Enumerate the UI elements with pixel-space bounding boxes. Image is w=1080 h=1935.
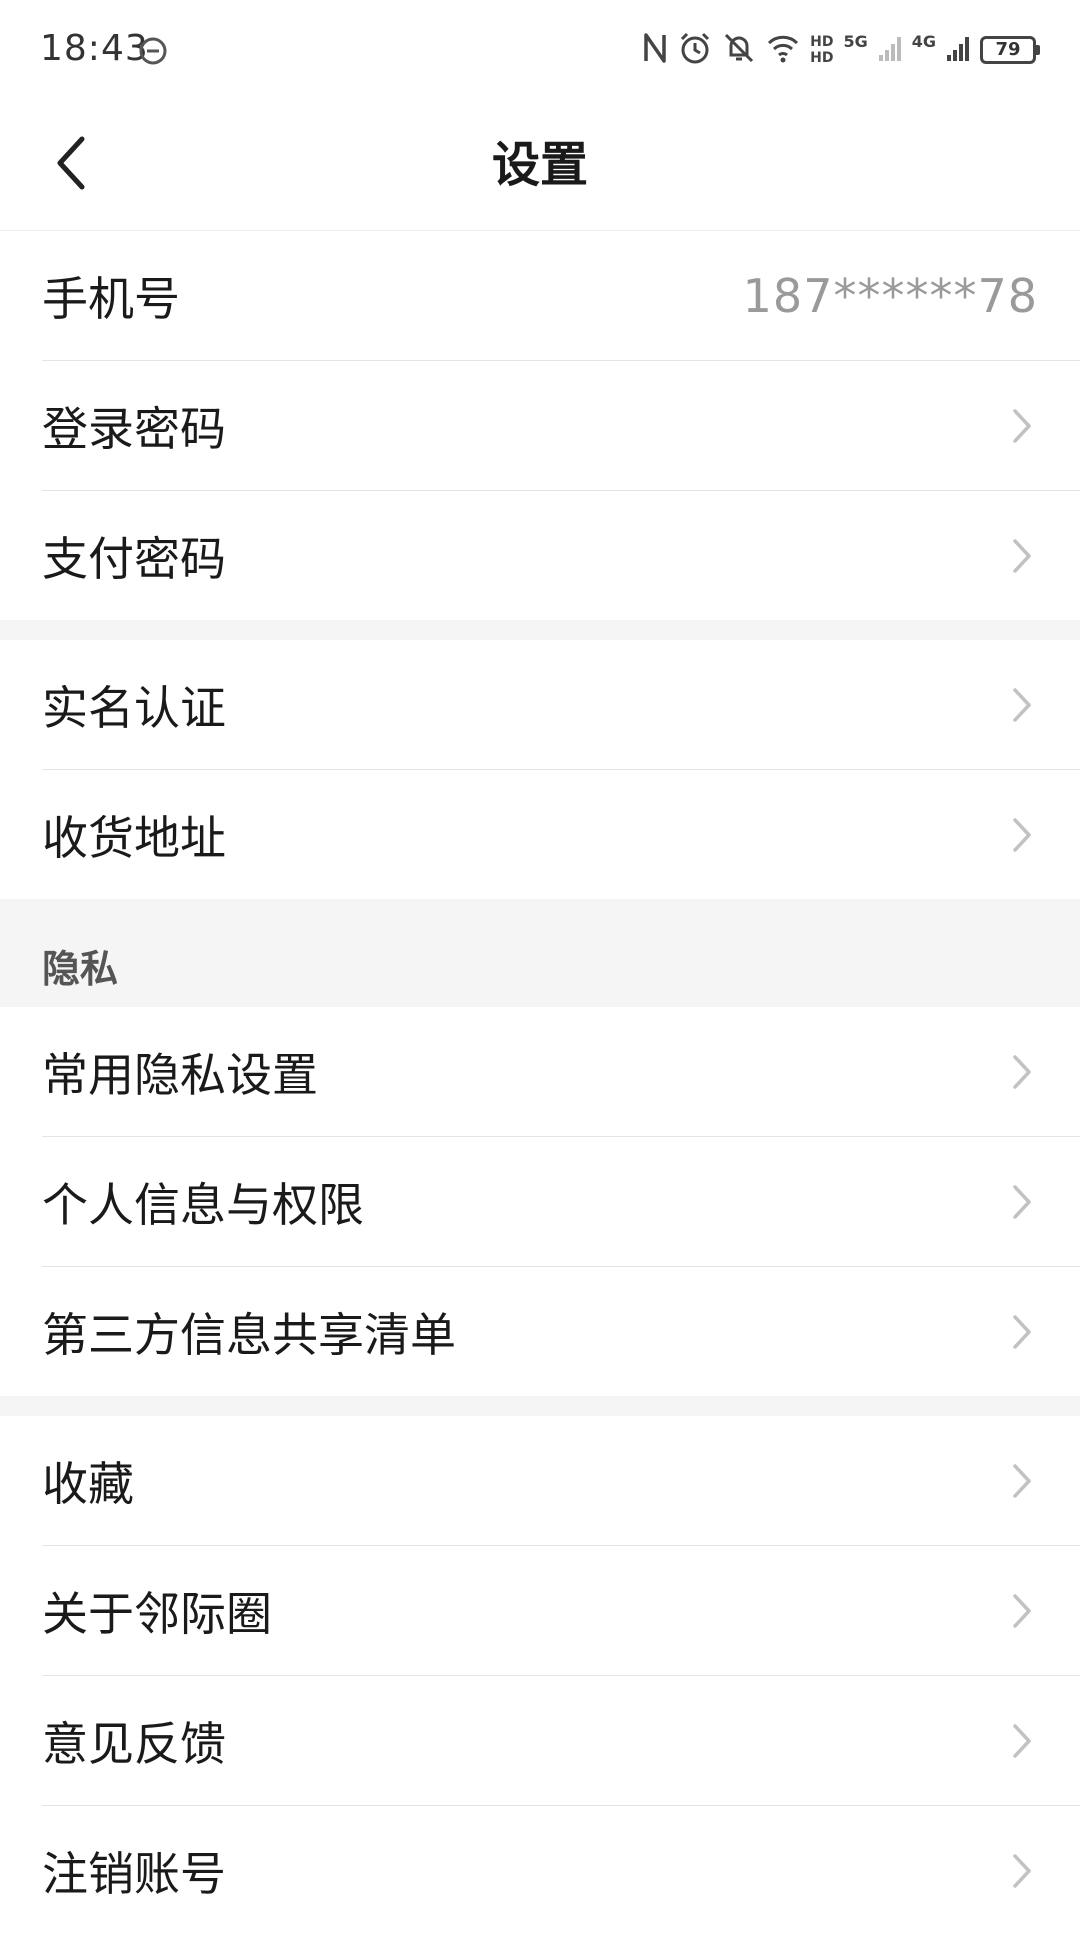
chevron-right-icon (1006, 1312, 1038, 1352)
chevron-right-icon (1006, 406, 1038, 446)
chevron-right-icon (1006, 815, 1038, 855)
chevron-right-icon (1006, 1721, 1038, 1761)
about-row[interactable]: 关于邻际圈 (42, 1546, 1080, 1676)
privacy-section-header: 隐私 (0, 899, 1080, 1007)
battery-indicator: 79 (980, 36, 1040, 64)
status-time: 18:43 (40, 28, 149, 69)
section-title: 隐私 (42, 947, 119, 991)
privacy-group: 常用隐私设置 个人信息与权限 第三方信息共享清单 (0, 1007, 1080, 1396)
row-label: 注销账号 (42, 1846, 226, 1901)
identity-group: 实名认证 收货地址 (0, 640, 1080, 899)
nav-bar: 设置 (0, 100, 1080, 231)
section-divider (0, 620, 1080, 640)
hd-top-label: HD (810, 34, 834, 50)
hd-indicator: HD HD (810, 34, 833, 66)
favorites-row[interactable]: 收藏 (42, 1416, 1080, 1546)
row-label: 手机号 (42, 271, 180, 326)
feedback-row[interactable]: 意见反馈 (42, 1676, 1080, 1806)
third-party-sharing-list-row[interactable]: 第三方信息共享清单 (42, 1267, 1080, 1396)
chevron-right-icon (1006, 1461, 1038, 1501)
page-title: 设置 (491, 137, 588, 193)
chevron-left-icon (54, 135, 88, 195)
row-label: 第三方信息共享清单 (42, 1307, 456, 1362)
row-label: 支付密码 (42, 531, 226, 586)
mute-bell-icon (722, 31, 756, 69)
account-group: 手机号 187******78 登录密码 支付密码 (0, 231, 1080, 620)
network-5g-label: 5G (843, 32, 868, 51)
payment-password-row[interactable]: 支付密码 (42, 491, 1080, 620)
misc-group: 收藏 关于邻际圈 意见反馈 注销账号 (0, 1416, 1080, 1935)
row-label: 意见反馈 (42, 1716, 226, 1771)
back-button[interactable] (36, 130, 106, 200)
row-label: 常用隐私设置 (42, 1047, 318, 1102)
network-4g-label: 4G (911, 32, 936, 51)
login-password-row[interactable]: 登录密码 (42, 361, 1080, 491)
real-name-verification-row[interactable]: 实名认证 (42, 640, 1080, 770)
status-bar: 18:43 HD HD 5G 4G 79 (0, 0, 1080, 100)
chevron-right-icon (1006, 1851, 1038, 1891)
alarm-clock-icon (678, 31, 712, 69)
chevron-right-icon (1006, 1182, 1038, 1222)
row-label: 个人信息与权限 (42, 1177, 364, 1232)
shipping-address-row[interactable]: 收货地址 (42, 770, 1080, 899)
settings-list: 手机号 187******78 登录密码 支付密码 实名认证 收货地址 隐私 常… (0, 231, 1080, 1935)
chevron-right-icon (1006, 536, 1038, 576)
hd-bottom-label: HD (810, 50, 834, 66)
section-divider (0, 1396, 1080, 1416)
message-bubble-icon (138, 36, 168, 70)
row-label: 登录密码 (42, 401, 226, 456)
row-label: 收藏 (42, 1456, 134, 1511)
phone-number-value: 187******78 (742, 268, 1038, 323)
chevron-right-icon (1006, 1052, 1038, 1092)
status-icons: HD HD 5G 4G 79 (642, 30, 1040, 70)
nfc-icon (642, 31, 668, 69)
signal-bars-icon (946, 33, 970, 67)
phone-number-row[interactable]: 手机号 187******78 (42, 231, 1080, 361)
chevron-right-icon (1006, 1591, 1038, 1631)
row-label: 收货地址 (42, 810, 226, 865)
common-privacy-settings-row[interactable]: 常用隐私设置 (42, 1007, 1080, 1137)
delete-account-row[interactable]: 注销账号 (42, 1806, 1080, 1935)
row-label: 实名认证 (42, 680, 226, 735)
chevron-right-icon (1006, 685, 1038, 725)
signal-bars-icon (878, 33, 902, 67)
personal-info-permissions-row[interactable]: 个人信息与权限 (42, 1137, 1080, 1267)
wifi-icon (766, 33, 800, 67)
row-label: 关于邻际圈 (42, 1586, 272, 1641)
